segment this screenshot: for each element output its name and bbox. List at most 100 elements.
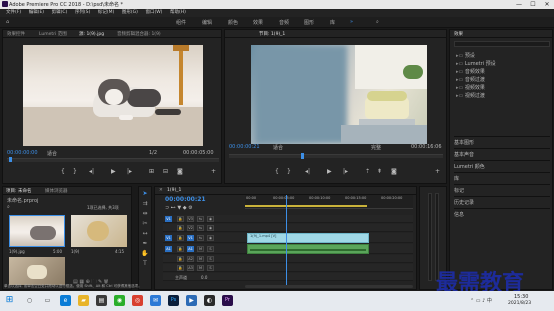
premiere-taskbar-icon[interactable]: Pr — [222, 295, 233, 306]
menu-marker[interactable]: 标记(M) — [98, 9, 114, 17]
track-lock-icon[interactable]: 🔒 — [177, 256, 184, 262]
effects-tree-item[interactable]: ▸▭ 预设 — [456, 52, 475, 59]
program-mark-out-icon[interactable]: } — [287, 168, 291, 175]
timeline-timecode[interactable]: 00:00:00:21 — [165, 196, 206, 203]
timeline-close-icon[interactable]: ✕ — [159, 188, 163, 193]
track-label-v2[interactable]: V2 — [187, 225, 194, 231]
mark-in-icon[interactable]: { — [61, 168, 65, 175]
razor-tool-icon[interactable]: ✂ — [141, 220, 149, 228]
mail-icon[interactable]: ✉ — [150, 295, 161, 306]
menu-clip[interactable]: 剪辑(C) — [52, 9, 68, 17]
qq-icon[interactable]: ◐ — [204, 295, 215, 306]
track-mute-icon[interactable]: M — [197, 256, 204, 262]
ripple-edit-tool-icon[interactable]: ⇹ — [141, 210, 149, 218]
effects-section-libraries[interactable]: 库 — [454, 172, 550, 182]
search-taskbar-icon[interactable]: ○ — [24, 295, 35, 306]
track-lock-icon[interactable]: 🔒 — [177, 225, 184, 231]
task-view-icon[interactable]: ▭ — [42, 295, 53, 306]
step-back-icon[interactable]: ◂| — [89, 168, 94, 175]
play-icon[interactable]: ▶ — [111, 168, 116, 175]
tab-program[interactable]: 节目: 1(9)_1 — [259, 31, 285, 37]
source-fit-dropdown[interactable]: 适合 — [47, 150, 57, 157]
effects-tree-item[interactable]: ▸▭ Lumetri 预设 — [456, 60, 496, 67]
source-patch-a1[interactable]: A1 — [165, 246, 172, 252]
source-scrubber[interactable] — [7, 158, 219, 162]
chrome-icon[interactable]: ◎ — [132, 295, 143, 306]
program-quality-dropdown[interactable]: 完整 — [371, 144, 381, 151]
store-icon[interactable]: ▤ — [96, 295, 107, 306]
track-solo-icon[interactable]: S — [207, 246, 214, 252]
effects-section-history[interactable]: 历史记录 — [454, 196, 550, 206]
search-icon[interactable]: ⌕ — [376, 19, 379, 25]
photoshop-icon[interactable]: Ps — [168, 295, 179, 306]
lift-icon[interactable]: ⇡ — [365, 168, 370, 175]
tab-effect-controls[interactable]: 效果控件 — [7, 31, 25, 37]
track-label-v3[interactable]: V3 — [187, 216, 194, 222]
track-lock-icon[interactable]: 🔒 — [177, 265, 184, 271]
video-clip[interactable]: 1(9)_1.mp4 [V] — [247, 233, 369, 243]
track-label-a2[interactable]: A2 — [187, 256, 194, 262]
work-area-bar[interactable] — [245, 205, 367, 207]
tab-source[interactable]: 源: 1(9).jpg — [79, 31, 104, 37]
program-scrubber[interactable] — [229, 154, 443, 158]
effects-search-input[interactable] — [454, 41, 550, 47]
program-export-frame-icon[interactable]: ◙ — [391, 168, 397, 175]
program-timecode-current[interactable]: 00:00:00:21 — [229, 144, 260, 150]
wechat-icon[interactable]: ◉ — [114, 295, 125, 306]
timeline-ruler[interactable]: 00:00 00:00:05:00 00:00:10:00 00:00:15:0… — [245, 195, 413, 209]
track-label-a3[interactable]: A3 — [187, 265, 194, 271]
menu-graphics[interactable]: 图形(G) — [122, 9, 138, 17]
clock-time[interactable]: 15:30 — [514, 294, 528, 300]
insert-icon[interactable]: ⊞ — [149, 168, 154, 175]
workspace-audio[interactable]: 音频 — [279, 19, 289, 26]
workspace-editing[interactable]: 编辑 — [202, 19, 212, 26]
timeline-playhead[interactable] — [286, 195, 287, 285]
workspace-libraries[interactable]: 库 — [330, 19, 335, 26]
step-forward-icon[interactable]: |▸ — [127, 168, 132, 175]
workspace-more[interactable]: » — [350, 19, 353, 25]
type-tool-icon[interactable]: T — [141, 260, 149, 268]
home-icon[interactable]: ⌂ — [6, 19, 9, 25]
hand-tool-icon[interactable]: ✋ — [141, 250, 149, 258]
source-timecode-current[interactable]: 00:00:00:00 — [7, 150, 38, 156]
effects-tree-item[interactable]: ▸▭ 视频效果 — [456, 84, 485, 91]
track-label-v1[interactable]: V1 — [187, 235, 194, 241]
workspace-assembly[interactable]: 组件 — [176, 19, 186, 26]
program-step-forward-icon[interactable]: |▸ — [343, 168, 348, 175]
track-sync-icon[interactable]: ⇆ — [197, 216, 204, 222]
master-track-value[interactable]: 0.0 — [201, 275, 207, 280]
track-mute-icon[interactable]: M — [197, 246, 204, 252]
tab-sequence[interactable]: 1(9)_1 — [167, 188, 181, 193]
overwrite-icon[interactable]: ⊟ — [163, 168, 168, 175]
file-explorer-icon[interactable]: ▰ — [78, 295, 89, 306]
effects-section-essential-sound[interactable]: 基本声音 — [454, 148, 550, 158]
tab-audio-mixer[interactable]: 音频剪辑混合器: 1(9) — [117, 31, 161, 37]
track-eye-icon[interactable]: ◉ — [207, 225, 214, 231]
track-sync-icon[interactable]: ⇆ — [197, 225, 204, 231]
pen-tool-icon[interactable]: ✒ — [141, 240, 149, 248]
menu-help[interactable]: 帮助(H) — [170, 9, 186, 17]
source-ratio-dropdown[interactable]: 1/2 — [149, 150, 157, 156]
tab-effects[interactable]: 效果 — [454, 31, 463, 37]
menu-window[interactable]: 窗口(W) — [145, 9, 162, 17]
tray-icons[interactable]: ⌃ ▭ ♪ 中 — [470, 297, 492, 304]
track-lock-icon[interactable]: 🔒 — [177, 235, 184, 241]
menu-file[interactable]: 文件(F) — [6, 9, 21, 17]
program-fit-dropdown[interactable]: 适合 — [273, 144, 283, 151]
menu-sequence[interactable]: 序列(S) — [75, 9, 90, 17]
effects-section-lumetri-color[interactable]: Lumetri 颜色 — [454, 160, 550, 170]
clock-date[interactable]: 2021/8/23 — [508, 301, 531, 306]
project-thumb-1[interactable] — [9, 215, 65, 247]
selection-tool-icon[interactable]: ➤ — [141, 190, 149, 198]
track-lock-icon[interactable]: 🔒 — [177, 246, 184, 252]
program-mark-in-icon[interactable]: { — [275, 168, 279, 175]
track-sync-icon[interactable]: ⇆ — [197, 235, 204, 241]
track-eye-icon[interactable]: ◉ — [207, 216, 214, 222]
add-button-icon[interactable]: + — [211, 168, 216, 175]
track-solo-icon[interactable]: S — [207, 256, 214, 262]
track-mute-icon[interactable]: M — [197, 265, 204, 271]
program-step-back-icon[interactable]: ◂| — [305, 168, 310, 175]
audio-clip[interactable] — [247, 244, 369, 254]
track-label-a1[interactable]: A1 — [187, 246, 194, 252]
edge-browser-icon[interactable]: e — [60, 295, 71, 306]
